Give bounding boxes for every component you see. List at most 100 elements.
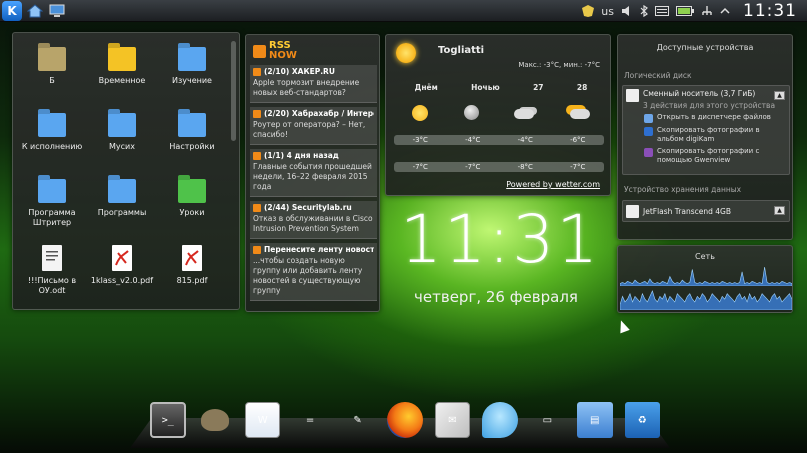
device-action-icon <box>644 148 653 157</box>
desktop-icon[interactable] <box>48 3 66 19</box>
weather-low-temp: -7°C <box>465 163 481 171</box>
device-action[interactable]: Открыть в диспетчере файлов <box>644 113 786 123</box>
removable-device-entry[interactable]: Сменный носитель (3,7 ГиБ) 3 действия дл… <box>622 85 790 175</box>
pdf-file-icon <box>112 245 132 271</box>
dock-file-cabinet-icon[interactable]: ▭ <box>530 402 565 438</box>
dock-chat-icon[interactable] <box>482 402 518 438</box>
desktop-file-label: 1klass_v2.0.pdf <box>90 276 154 285</box>
weather-day-label: Днём <box>414 83 438 92</box>
battery-icon[interactable] <box>676 6 694 16</box>
feed-icon <box>253 109 261 118</box>
removable-media-icon <box>626 89 639 102</box>
device-action-icon <box>644 127 653 136</box>
desktop-file-item[interactable]: Изучение <box>157 43 227 109</box>
desktop-clock-date: четверг, 26 февраля <box>414 288 578 306</box>
rss-feed-title-text: Перенесите ленту новостей ск <box>264 245 374 254</box>
folder-view-scrollbar[interactable] <box>231 41 236 141</box>
rss-icon <box>253 44 266 58</box>
weather-high-temp: -4°C <box>465 136 481 144</box>
rss-feed-item[interactable]: Перенесите ленту новостей ск ...чтобы соз… <box>250 243 377 301</box>
keyboard-icon[interactable] <box>655 6 669 16</box>
dock-firefox-icon[interactable] <box>387 402 423 438</box>
folder-icon <box>108 113 136 137</box>
dock-gimp-icon[interactable] <box>198 402 233 438</box>
home-folder-icon[interactable] <box>26 3 44 19</box>
dock-text-editor-icon[interactable]: ✎ <box>340 402 375 438</box>
rss-feed-title: (1/1) 4 дня назад <box>253 151 374 160</box>
dock-terminal-icon[interactable]: >_ <box>150 402 186 438</box>
folder-icon <box>178 113 206 137</box>
eject-storage-button[interactable]: ▲ <box>774 206 785 215</box>
network-traffic-area <box>620 266 792 286</box>
desktop-file-item[interactable]: Настройки <box>157 109 227 175</box>
desktop-file-item[interactable]: !!!Письмо в ОУ.odt <box>17 241 87 307</box>
weather-provider-link[interactable]: Powered by wetter.com <box>506 180 600 189</box>
weather-high-temp: -6°C <box>570 136 586 144</box>
folder-icon <box>178 47 206 71</box>
desktop-file-item[interactable]: К исполнению <box>17 109 87 175</box>
rss-widget: RSS NOW (2/10) ХАКЕР.RU Apple тормозит вне… <box>245 34 380 312</box>
network-receive-graph <box>620 266 792 286</box>
panel-clock[interactable]: 11:31 <box>743 1 797 21</box>
rss-feed-title: (2/44) Securitylab.ru <box>253 203 374 212</box>
weather-low-temp: -7°C <box>570 163 586 171</box>
weather-sun-icon <box>396 43 416 63</box>
device-action[interactable]: Скопировать фотографии с помощью Gwenvie… <box>644 147 786 165</box>
desktop-file-label: Временное <box>98 76 146 85</box>
weather-day-label: 28 <box>576 83 588 92</box>
weather-icons <box>394 105 608 121</box>
dock-trash-icon[interactable]: ♻ <box>624 402 660 438</box>
device-action-label: Скопировать фотографии с помощью Gwenvie… <box>657 147 760 164</box>
storage-heading: Устройство хранения данных <box>624 185 742 194</box>
desktop-file-label: К исполнению <box>21 142 83 151</box>
device-action-label: Скопировать фотографии в альбом digiKam <box>657 126 760 143</box>
network-transmit-graph <box>620 290 792 310</box>
desktop-file-item[interactable]: Программа Штритер <box>17 175 87 241</box>
desktop-file-label: Программа Штритер <box>28 208 76 227</box>
rss-items: (2/10) ХАКЕР.RU Apple тормозит внедрение … <box>250 65 377 305</box>
rss-feed-summary: Apple тормозит внедрение новых веб-станд… <box>253 78 360 97</box>
moon-icon <box>463 105 479 120</box>
expand-tray-icon[interactable] <box>720 6 730 16</box>
removable-device-name: Сменный носитель (3,7 ГиБ) <box>643 89 756 98</box>
rss-feed-item[interactable]: (1/1) 4 дня назад Главные события прошедш… <box>250 149 377 197</box>
desktop-file-label: Б <box>49 76 55 85</box>
network-icon[interactable] <box>701 5 713 17</box>
desktop-file-label: Уроки <box>179 208 205 217</box>
bluetooth-icon[interactable] <box>640 5 648 17</box>
desktop-file-item[interactable]: 1klass_v2.0.pdf <box>87 241 157 307</box>
eject-button[interactable]: ▲ <box>774 91 785 100</box>
rss-feed-item[interactable]: (2/20) Хабрахабр / Интересные Роутер от о… <box>250 107 377 145</box>
rss-feed-item[interactable]: (2/44) Securitylab.ru Отказ в обслуживани… <box>250 201 377 239</box>
desktop-file-item[interactable]: Мусих <box>87 109 157 175</box>
weather-lows-row: -7°C -7°C -8°C -7°C <box>394 162 604 172</box>
folder-icon <box>108 179 136 203</box>
desktop-file-item[interactable]: 815.pdf <box>157 241 227 307</box>
dock-folder-icon[interactable]: ▤ <box>577 402 613 438</box>
desktop-file-item[interactable]: Временное <box>87 43 157 109</box>
system-tray: us 11:31 <box>582 0 807 22</box>
rss-feed-item[interactable]: (2/10) ХАКЕР.RU Apple тормозит внедрение … <box>250 65 377 103</box>
desktop-file-item[interactable]: Б <box>17 43 87 109</box>
device-action-label: Открыть в диспетчере файлов <box>657 113 771 121</box>
folder-icon <box>38 113 66 137</box>
dock-mail-icon[interactable]: ✉ <box>434 402 471 438</box>
weather-highs-row: -3°C -4°C -4°C -6°C <box>394 135 604 145</box>
device-action[interactable]: Скопировать фотографии в альбом digiKam <box>644 126 786 144</box>
updates-icon[interactable] <box>582 5 595 17</box>
volume-icon[interactable] <box>621 5 633 17</box>
dock-writer-icon[interactable]: W <box>244 402 281 438</box>
weather-minmax: Макс.: -3°C, мин.: -7°C <box>518 61 600 69</box>
logical-disk-heading: Логический диск <box>624 71 692 80</box>
folder-icon <box>178 179 206 203</box>
rss-feed-summary: Главные события прошедшей недели, 16–22 … <box>253 162 372 191</box>
keyboard-layout-indicator[interactable]: us <box>601 5 614 18</box>
desktop-file-item[interactable]: Уроки <box>157 175 227 241</box>
desktop-file-item[interactable]: Программы <box>87 175 157 241</box>
pdf-file-icon <box>182 245 202 271</box>
storage-device-entry[interactable]: JetFlash Transcend 4GB ▲ <box>622 200 790 222</box>
kde-menu-icon[interactable]: K <box>2 0 22 21</box>
dock-calculator-icon[interactable]: = <box>292 402 327 438</box>
desktop-file-label: Программы <box>97 208 147 217</box>
weather-day-label: 27 <box>533 83 544 92</box>
